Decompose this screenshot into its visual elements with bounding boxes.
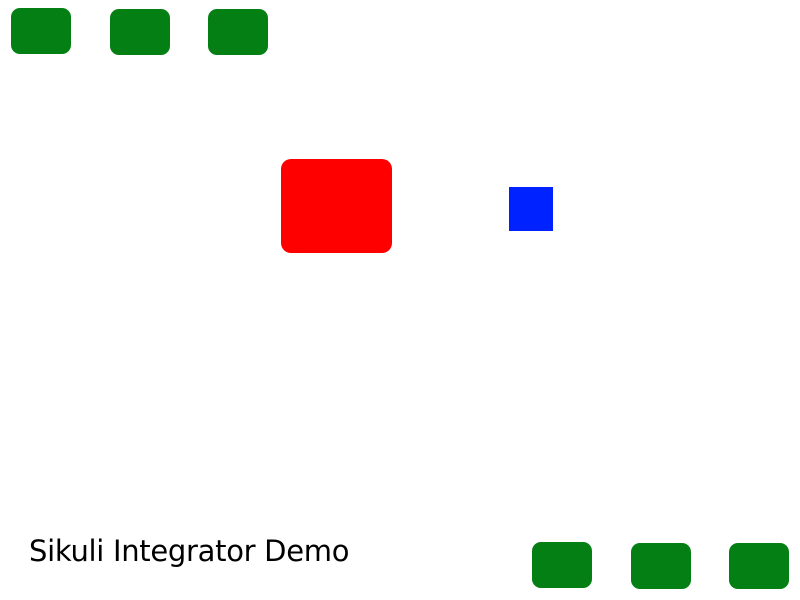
red-rounded-square[interactable]: [281, 159, 392, 253]
top-green-button-1[interactable]: [11, 8, 71, 54]
bottom-green-button-3[interactable]: [729, 543, 789, 589]
bottom-green-button-1[interactable]: [532, 542, 592, 588]
demo-title: Sikuli Integrator Demo: [29, 534, 350, 568]
bottom-green-button-2[interactable]: [631, 543, 691, 589]
top-green-button-3[interactable]: [208, 9, 268, 55]
top-green-button-2[interactable]: [110, 9, 170, 55]
demo-canvas: Sikuli Integrator Demo: [0, 0, 800, 600]
blue-square[interactable]: [509, 187, 553, 231]
